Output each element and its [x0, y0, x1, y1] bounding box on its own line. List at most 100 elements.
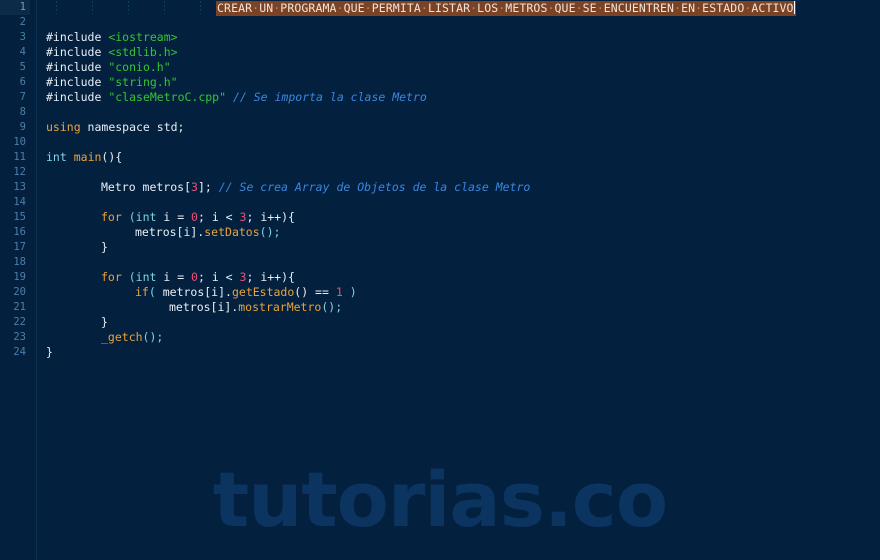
token-comment-import: // Se importa la clase Metro: [232, 90, 427, 104]
code-line-22[interactable]: 22 }: [0, 315, 880, 330]
line-number-24: 24: [13, 346, 26, 358]
title-char: I: [772, 1, 780, 15]
token-for-end: ; i++){: [246, 210, 295, 224]
token-kw-for: for: [101, 270, 122, 284]
gutter-divider: [35, 0, 37, 560]
code-line-6[interactable]: 6 #include "string.h": [0, 75, 880, 90]
line-number-22: 22: [13, 316, 26, 328]
code-line-13[interactable]: 13 Metro metros[3]; // Se crea Array de …: [0, 180, 880, 195]
line-number-19: 19: [13, 271, 26, 283]
code-text-13: Metro metros[3]; // Se crea Array de Obj…: [101, 180, 530, 195]
code-line-19[interactable]: 19 for (int i = 0; i < 3; i++){: [0, 270, 880, 285]
title-char: A: [329, 1, 337, 15]
code-line-20[interactable]: 20 if( metros[i].getEstado() == 1 ): [0, 285, 880, 300]
token-brace-close: }: [101, 240, 108, 254]
text-caret: [793, 1, 796, 14]
code-line-14[interactable]: 14: [0, 195, 880, 210]
token-kw-if: if: [135, 285, 149, 299]
code-line-4[interactable]: 4 #include <stdlib.h>: [0, 45, 880, 60]
whitespace-dot: ·: [596, 1, 604, 15]
token-for-open: (: [121, 270, 136, 284]
code-line-23[interactable]: 23 _getch();: [0, 330, 880, 345]
token-include: #include: [46, 75, 102, 89]
title-char: O: [786, 1, 794, 15]
whitespace-dot: ·: [364, 1, 372, 15]
title-char: I: [399, 1, 407, 15]
token-header-stdlib: <stdlib.h>: [108, 45, 178, 59]
code-line-5[interactable]: 5 #include "conio.h": [0, 60, 880, 75]
token-num-zero: 0: [191, 270, 198, 284]
code-line-3[interactable]: 3 #include <iostream>: [0, 30, 880, 45]
token-include: #include: [46, 45, 102, 59]
token-num-one: 1: [335, 285, 343, 299]
token-for-mid: ; i <: [197, 270, 240, 284]
token-if-close: ): [342, 285, 357, 299]
code-line-11[interactable]: 11 int main(){: [0, 150, 880, 165]
title-char: E: [659, 1, 667, 15]
whitespace-dot: ·: [336, 1, 344, 15]
title-char: R: [224, 1, 232, 15]
code-text-15: for (int i = 0; i < 3; i++){: [101, 210, 295, 225]
token-kw-for: for: [101, 210, 122, 224]
code-line-7[interactable]: 7 #include "claseMetroC.cpp" // Se impor…: [0, 90, 880, 105]
code-line-24[interactable]: 24 }: [0, 345, 880, 360]
line-number-10: 10: [13, 136, 26, 148]
token-header-clase: "claseMetroC.cpp": [108, 90, 227, 104]
code-line-2[interactable]: 2: [0, 15, 880, 30]
line-number-17: 17: [13, 241, 26, 253]
title-char: S: [582, 1, 590, 15]
code-text-23: _getch();: [101, 330, 163, 345]
code-line-18[interactable]: 18: [0, 255, 880, 270]
token-for-open: (: [121, 210, 136, 224]
code-surface[interactable]: 1 CREAR·UN·PROGRAMA·QUE·PERMITA·LISTAR·L…: [0, 0, 880, 560]
selected-title-text[interactable]: CREAR·UN·PROGRAMA·QUE·PERMITA·LISTAR·LOS…: [216, 1, 797, 16]
title-char: V: [779, 1, 787, 15]
line-number-11: 11: [13, 151, 26, 163]
code-text-17: }: [101, 240, 108, 255]
code-line-12[interactable]: 12: [0, 165, 880, 180]
code-text-3: #include <iostream>: [46, 30, 178, 45]
token-using-rest: namespace std;: [80, 120, 185, 134]
title-char: C: [617, 1, 625, 15]
token-obj-metros: metros[i].: [135, 225, 205, 239]
title-char: P: [371, 1, 379, 15]
code-line-16[interactable]: 16 metros[i].setDatos();: [0, 225, 880, 240]
token-main-close: }: [46, 345, 53, 359]
line-number-13: 13: [13, 181, 26, 193]
code-editor[interactable]: tutorias.co 1 CREAR·UN·PROGRAMA·QUE·PERM…: [0, 0, 880, 560]
token-type-int: int: [46, 150, 67, 164]
token-kw-using: using: [46, 120, 81, 134]
title-char: E: [568, 1, 576, 15]
token-include: #include: [46, 30, 102, 44]
token-header-iostream: <iostream>: [108, 30, 178, 44]
code-line-17[interactable]: 17 }: [0, 240, 880, 255]
token-header-string: "string.h": [108, 75, 178, 89]
token-metro-decl: Metro metros[: [101, 180, 192, 194]
token-brace-close: }: [101, 315, 108, 329]
line-number-14: 14: [13, 196, 26, 208]
code-line-21[interactable]: 21 metros[i].mostrarMetro();: [0, 300, 880, 315]
title-char: L: [427, 1, 435, 15]
token-comment-array: // Se crea Array de Objetos de la clase …: [218, 180, 531, 194]
token-fn-main: main: [73, 150, 102, 164]
whitespace-dot: ·: [420, 1, 428, 15]
code-line-8[interactable]: 8: [0, 105, 880, 120]
code-text-20: if( metros[i].getEstado() == 1 ): [135, 285, 357, 300]
token-getch-end: ();: [142, 330, 164, 344]
token-metro-decl-end: ];: [197, 180, 212, 194]
title-char: Q: [343, 1, 351, 15]
whitespace-dot: ·: [575, 1, 583, 15]
token-header-conio: "conio.h": [108, 60, 171, 74]
code-line-1[interactable]: 1 CREAR·UN·PROGRAMA·QUE·PERMITA·LISTAR·L…: [0, 0, 880, 16]
line-number-3: 3: [19, 31, 26, 43]
line-number-9: 9: [19, 121, 26, 133]
token-type-int: int: [135, 270, 157, 284]
code-line-10[interactable]: 10: [0, 135, 880, 150]
code-text-5: #include "conio.h": [46, 60, 171, 75]
title-char: Q: [554, 1, 562, 15]
token-obj-metros: metros[i].: [169, 300, 239, 314]
code-line-15[interactable]: 15 for (int i = 0; i < 3; i++){: [0, 210, 880, 225]
title-char: E: [589, 1, 597, 15]
code-line-9[interactable]: 9 using namespace std;: [0, 120, 880, 135]
code-text-24: }: [46, 345, 53, 360]
